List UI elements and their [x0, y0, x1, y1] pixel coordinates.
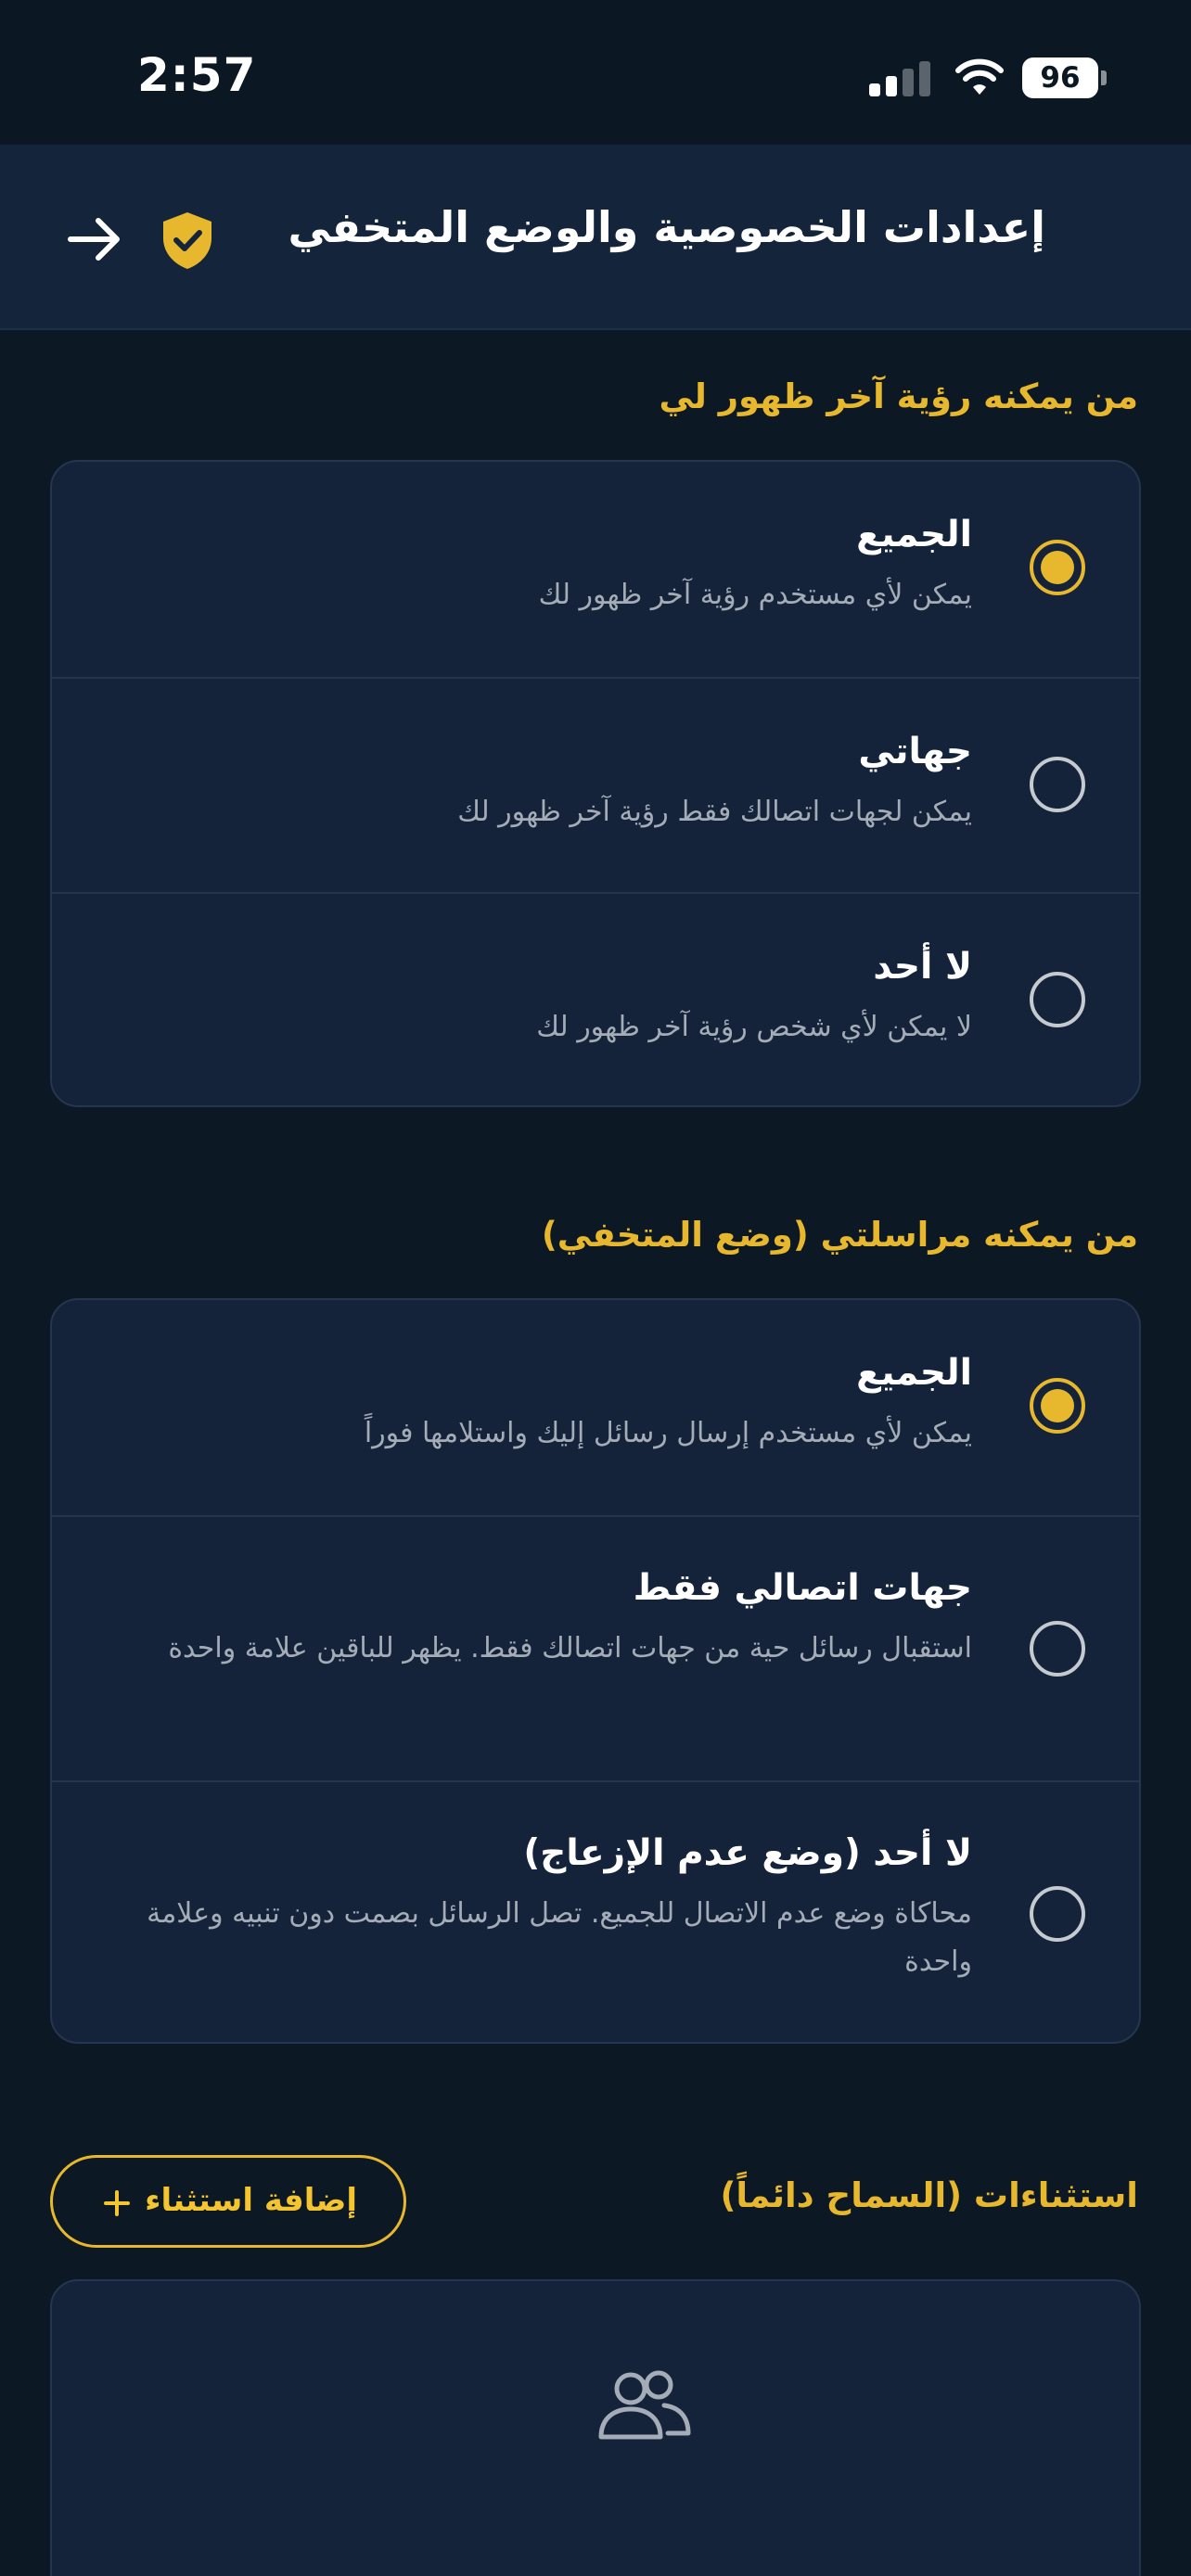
messaging-options-card: الجميع يمكن لأي مستخدم إرسال رسائل إليك … — [50, 1298, 1141, 2044]
radio-unselected[interactable] — [1030, 757, 1085, 812]
cellular-signal-icon — [869, 61, 930, 96]
option-description: استقبال رسائل حية من جهات اتصالك فقط. يظ… — [168, 1632, 972, 1664]
radio-unselected[interactable] — [1030, 972, 1085, 1027]
app-header: إعدادات الخصوصية والوضع المتخفي — [0, 145, 1191, 330]
option-title: جهاتي — [858, 731, 972, 772]
status-bar: 2:57 96 — [0, 0, 1191, 145]
page-title: إعدادات الخصوصية والوضع المتخفي — [288, 202, 1045, 252]
last-seen-options-card: الجميع يمكن لأي مستخدم رؤية آخر ظهور لك … — [50, 460, 1141, 1107]
battery-indicator: 96 — [1022, 57, 1108, 98]
radio-unselected[interactable] — [1030, 1621, 1085, 1677]
add-exception-label: إضافة استثناء — [145, 2182, 357, 2219]
option-title: لا أحد (وضع عدم الإزعاج) — [523, 1832, 972, 1874]
option-description: يمكن لأي مستخدم إرسال رسائل إليك واستلام… — [364, 1417, 972, 1449]
last-seen-option-contacts[interactable]: جهاتي يمكن لجهات اتصالك فقط رؤية آخر ظهو… — [52, 677, 1139, 892]
option-title: جهات اتصالي فقط — [633, 1567, 972, 1609]
option-title: الجميع — [856, 1352, 972, 1394]
add-exception-button[interactable]: إضافة استثناء — [50, 2155, 406, 2248]
radio-selected[interactable] — [1030, 540, 1085, 595]
exceptions-section-title: استثناءات (السماح دائماً) — [720, 2175, 1139, 2215]
wifi-icon — [955, 58, 1004, 95]
radio-selected[interactable] — [1030, 1378, 1085, 1434]
last-seen-section-title: من يمكنه رؤية آخر ظهور لي — [659, 376, 1138, 416]
status-time: 2:57 — [137, 48, 257, 102]
battery-level: 96 — [1022, 57, 1098, 98]
radio-unselected[interactable] — [1030, 1886, 1085, 1942]
messaging-option-everyone[interactable]: الجميع يمكن لأي مستخدم إرسال رسائل إليك … — [52, 1300, 1139, 1515]
battery-tip — [1101, 70, 1107, 85]
messaging-section-title: من يمكنه مراسلتي (وضع المتخفي) — [541, 1215, 1138, 1255]
option-description: لا يمكن لأي شخص رؤية آخر ظهور لك — [536, 1011, 972, 1043]
last-seen-option-everyone[interactable]: الجميع يمكن لأي مستخدم رؤية آخر ظهور لك — [52, 462, 1139, 677]
shield-check-icon — [163, 212, 211, 269]
arrow-right-icon[interactable] — [65, 210, 124, 269]
option-description: يمكن لجهات اتصالك فقط رؤية آخر ظهور لك — [457, 796, 972, 828]
people-icon — [598, 2370, 691, 2440]
page: 2:57 96 إعدادات الخصوصية والوضع المتخفي … — [0, 0, 1191, 2576]
last-seen-option-nobody[interactable]: لا أحد لا يمكن لأي شخص رؤية آخر ظهور لك — [52, 892, 1139, 1105]
option-description: محاكاة وضع عدم الاتصال للجميع. تصل الرسا… — [147, 1897, 972, 1978]
exceptions-empty-card — [50, 2279, 1141, 2576]
option-title: الجميع — [856, 514, 972, 555]
option-title: لا أحد — [873, 946, 972, 988]
messaging-option-contacts-only[interactable]: جهات اتصالي فقط استقبال رسائل حية من جها… — [52, 1515, 1139, 1780]
messaging-option-do-not-disturb[interactable]: لا أحد (وضع عدم الإزعاج) محاكاة وضع عدم … — [52, 1780, 1139, 2042]
plus-icon — [104, 2190, 130, 2216]
option-description: يمكن لأي مستخدم رؤية آخر ظهور لك — [538, 579, 972, 611]
